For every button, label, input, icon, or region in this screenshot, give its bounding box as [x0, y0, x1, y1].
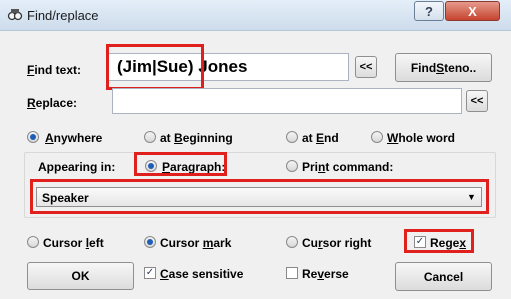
anywhere-radio[interactable] — [27, 131, 39, 143]
anywhere-radio-group[interactable] — [27, 131, 42, 146]
cursor-left-radio[interactable] — [27, 236, 39, 248]
cursor-mark-label[interactable]: Cursor mark — [160, 236, 231, 250]
paragraph-highlight — [134, 152, 227, 176]
whole-word-label[interactable]: Whole word — [387, 131, 455, 145]
whole-word-radio[interactable] — [371, 131, 383, 143]
dropdown-highlight — [30, 179, 489, 214]
ok-button[interactable]: OK — [27, 262, 134, 290]
window-title: Find/replace — [27, 8, 99, 23]
cancel-button[interactable]: Cancel — [395, 262, 492, 291]
find-text-highlight — [106, 44, 204, 90]
help-icon: ? — [425, 3, 433, 19]
at-end-radio[interactable] — [286, 131, 298, 143]
at-end-label[interactable]: at End — [302, 131, 339, 145]
cursor-mark-radio[interactable] — [144, 236, 156, 248]
case-sensitive-checkbox[interactable]: ✓ — [144, 267, 156, 279]
find-history-button[interactable]: << — [355, 56, 377, 78]
find-text-label: Find text: — [27, 63, 82, 77]
reverse-label[interactable]: Reverse — [302, 267, 349, 281]
title-bar: Find/replace ? X — [0, 0, 511, 31]
at-beginning-radio[interactable] — [144, 131, 156, 143]
reverse-checkbox[interactable] — [286, 267, 298, 279]
close-icon: X — [468, 3, 477, 19]
cursor-left-label[interactable]: Cursor left — [43, 236, 104, 250]
close-button[interactable]: X — [445, 1, 500, 21]
print-command-radio[interactable] — [286, 160, 298, 172]
replace-history-button[interactable]: << — [466, 90, 488, 112]
help-button[interactable]: ? — [414, 1, 444, 21]
cursor-right-radio[interactable] — [286, 236, 298, 248]
print-command-label[interactable]: Print command: — [302, 160, 393, 174]
anywhere-label[interactable]: Anywhere — [45, 131, 102, 145]
replace-input[interactable] — [112, 88, 462, 114]
find-steno-button[interactable]: Find Steno.. — [395, 53, 492, 82]
regex-highlight — [404, 229, 474, 253]
case-sensitive-label[interactable]: Case sensitive — [160, 267, 243, 281]
replace-label: Replace: — [27, 96, 78, 110]
at-beginning-label[interactable]: at Beginning — [160, 131, 233, 145]
appearing-in-label: Appearing in: — [38, 160, 116, 174]
cursor-right-label[interactable]: Cursor right — [302, 236, 371, 250]
find-replace-icon — [7, 9, 23, 21]
